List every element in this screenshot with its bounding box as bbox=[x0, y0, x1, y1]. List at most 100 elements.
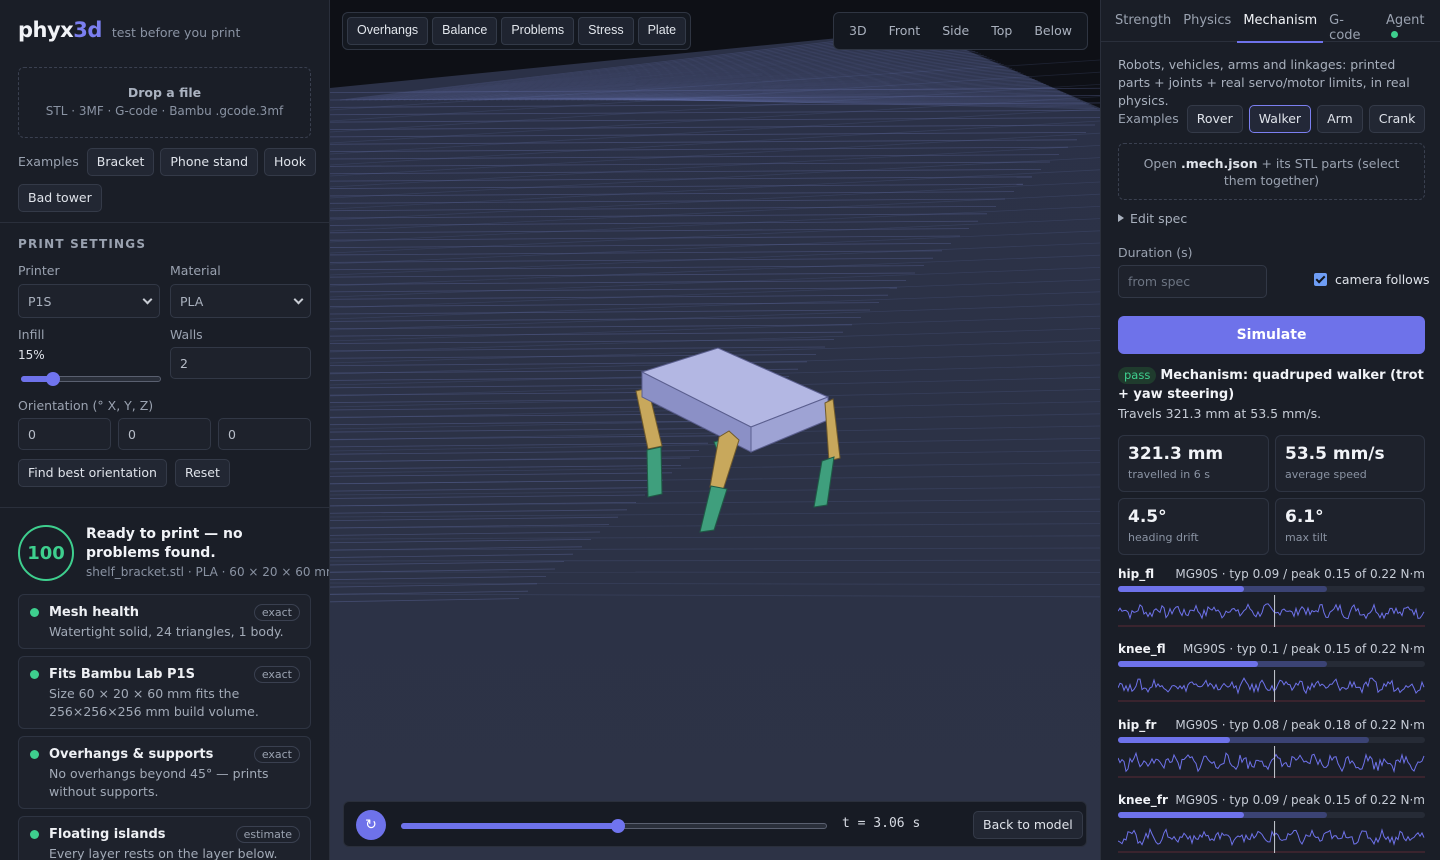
walls-input[interactable]: 2 bbox=[170, 347, 311, 379]
printer-label: Printer bbox=[18, 263, 60, 278]
stat-heading-drift: 4.5° heading drift bbox=[1118, 498, 1269, 555]
result-title: Mechanism: quadruped walker (trot + yaw … bbox=[1118, 368, 1424, 402]
check-card-overhangs[interactable]: Overhangs & supports No overhangs beyond… bbox=[18, 736, 311, 809]
check-card-floating-islands[interactable]: Floating islands Every layer rests on th… bbox=[18, 816, 311, 860]
infill-slider-thumb[interactable] bbox=[46, 372, 60, 386]
example-walker-button[interactable]: Walker bbox=[1248, 105, 1312, 133]
replay-icon: ↻ bbox=[365, 817, 377, 833]
example-crank-button[interactable]: Crank bbox=[1368, 105, 1426, 133]
joint-hip-fl: hip_fl MG90S · typ 0.09 / peak 0.15 of 0.… bbox=[1118, 567, 1425, 627]
stat-distance: 321.3 mm travelled in 6 s bbox=[1118, 435, 1269, 492]
stress-view-button[interactable]: Stress bbox=[578, 17, 634, 45]
edit-spec-toggle[interactable]: Edit spec bbox=[1118, 211, 1187, 226]
print-summary: 100 Ready to print — no problems found. … bbox=[18, 525, 329, 581]
check-card-fits-printer[interactable]: Fits Bambu Lab P1S Size 60 × 20 × 60 mm … bbox=[18, 656, 311, 729]
torque-bar bbox=[1118, 737, 1425, 743]
file-dropzone[interactable]: Drop a file STL · 3MF · G-code · Bambu .… bbox=[18, 67, 311, 138]
mech-file-dropzone[interactable]: Open .mech.json + its STL parts (select … bbox=[1118, 143, 1425, 200]
problems-view-button[interactable]: Problems bbox=[501, 17, 575, 45]
3d-viewport[interactable]: Overhangs Balance Problems Stress Plate … bbox=[330, 0, 1100, 860]
print-settings-title: PRINT SETTINGS bbox=[18, 237, 147, 251]
example-arm-button[interactable]: Arm bbox=[1317, 105, 1363, 133]
material-label: Material bbox=[170, 263, 221, 278]
right-panel: Strength Physics Mechanism G-code Agent … bbox=[1100, 0, 1440, 860]
check-badge: estimate bbox=[235, 826, 300, 843]
lower-leg-front-left bbox=[646, 446, 663, 498]
check-desc: Size 60 × 20 × 60 mm fits the 256×256×25… bbox=[49, 686, 259, 719]
joint-knee-fl: knee_fl MG90S · typ 0.1 / peak 0.15 of 0.… bbox=[1118, 642, 1425, 702]
view-top-button[interactable]: Top bbox=[982, 17, 1021, 45]
infill-label: Infill bbox=[18, 327, 45, 342]
check-desc: Watertight solid, 24 triangles, 1 body. bbox=[49, 624, 284, 639]
check-badge: exact bbox=[253, 666, 300, 683]
right-tabs: Strength Physics Mechanism G-code Agent bbox=[1101, 0, 1440, 43]
overhangs-view-button[interactable]: Overhangs bbox=[347, 17, 429, 45]
simulate-button[interactable]: Simulate bbox=[1118, 316, 1425, 354]
view-mode-toolbar: Overhangs Balance Problems Stress Plate bbox=[342, 12, 692, 50]
check-desc: Every layer rests on the layer below. bbox=[49, 846, 278, 860]
example-phone-stand-button[interactable]: Phone stand bbox=[160, 148, 259, 176]
divider bbox=[0, 507, 329, 508]
score-badge: 100 bbox=[18, 525, 74, 581]
back-to-model-button[interactable]: Back to model bbox=[973, 811, 1083, 839]
logo: phyx3d bbox=[18, 18, 102, 42]
timeline-thumb[interactable] bbox=[611, 819, 626, 833]
view-3d-button[interactable]: 3D bbox=[840, 17, 876, 45]
tab-physics[interactable]: Physics bbox=[1177, 0, 1237, 42]
view-below-button[interactable]: Below bbox=[1025, 17, 1081, 45]
pass-badge: pass bbox=[1118, 367, 1157, 384]
torque-bar bbox=[1118, 661, 1425, 667]
simulation-result: pass Mechanism: quadruped walker (trot + … bbox=[1118, 366, 1428, 423]
example-hook-button[interactable]: Hook bbox=[264, 148, 316, 176]
joint-hip-fr: hip_fr MG90S · typ 0.08 / peak 0.18 of 0.… bbox=[1118, 718, 1425, 778]
checkbox-checked-icon[interactable] bbox=[1314, 273, 1327, 286]
tab-agent[interactable]: Agent bbox=[1380, 0, 1440, 42]
example-bracket-button[interactable]: Bracket bbox=[86, 148, 155, 176]
status-ok-icon bbox=[30, 750, 39, 759]
duration-label: Duration (s) bbox=[1118, 245, 1193, 260]
examples-row: Examples Bracket Phone stand Hook Bad to… bbox=[18, 148, 318, 212]
torque-bar bbox=[1118, 586, 1425, 592]
check-badge: exact bbox=[253, 604, 300, 621]
chevron-down-icon bbox=[142, 294, 153, 305]
stat-max-tilt: 6.1° max tilt bbox=[1275, 498, 1425, 555]
orientation-x-input[interactable]: 0 bbox=[18, 418, 111, 450]
torque-bar bbox=[1118, 812, 1425, 818]
torque-waveform bbox=[1118, 595, 1425, 627]
walls-label: Walls bbox=[170, 327, 203, 342]
torque-waveform bbox=[1118, 746, 1425, 778]
check-badge: exact bbox=[253, 746, 300, 763]
plate-view-button[interactable]: Plate bbox=[637, 17, 687, 45]
caret-right-icon bbox=[1118, 214, 1124, 222]
infill-value: 15% bbox=[18, 348, 45, 362]
torque-waveform bbox=[1118, 821, 1425, 853]
orientation-actions: Find best orientation Reset bbox=[18, 459, 230, 487]
duration-input[interactable]: from spec bbox=[1118, 265, 1267, 298]
tab-mechanism[interactable]: Mechanism bbox=[1237, 0, 1324, 43]
time-readout: t = 3.06 s bbox=[842, 816, 921, 831]
online-status-icon bbox=[1390, 31, 1398, 38]
view-front-button[interactable]: Front bbox=[880, 17, 930, 45]
example-bad-tower-button[interactable]: Bad tower bbox=[18, 183, 102, 212]
camera-view-toolbar: 3D Front Side Top Below bbox=[833, 12, 1088, 50]
check-card-mesh-health[interactable]: Mesh health Watertight solid, 24 triangl… bbox=[18, 594, 311, 649]
tab-strength[interactable]: Strength bbox=[1109, 0, 1177, 42]
balance-view-button[interactable]: Balance bbox=[432, 17, 498, 45]
reset-orientation-button[interactable]: Reset bbox=[174, 459, 230, 487]
chevron-down-icon bbox=[293, 294, 304, 305]
orientation-z-input[interactable]: 0 bbox=[218, 418, 311, 450]
orientation-y-input[interactable]: 0 bbox=[118, 418, 211, 450]
material-select[interactable]: PLA bbox=[170, 284, 311, 318]
find-best-orientation-button[interactable]: Find best orientation bbox=[18, 459, 167, 487]
tab-gcode[interactable]: G-code bbox=[1323, 0, 1380, 43]
printer-select[interactable]: P1S bbox=[18, 284, 160, 318]
view-side-button[interactable]: Side bbox=[933, 17, 978, 45]
torque-waveform bbox=[1118, 670, 1425, 702]
scene-canvas[interactable] bbox=[330, 0, 1100, 860]
camera-follows-checkbox[interactable]: camera follows bbox=[1314, 272, 1430, 287]
timeline-slider[interactable] bbox=[401, 819, 827, 833]
infill-slider[interactable] bbox=[21, 372, 161, 386]
mechanism-description: Robots, vehicles, arms and linkages: pri… bbox=[1118, 57, 1410, 108]
replay-button[interactable]: ↻ bbox=[356, 810, 386, 840]
example-rover-button[interactable]: Rover bbox=[1186, 105, 1243, 133]
